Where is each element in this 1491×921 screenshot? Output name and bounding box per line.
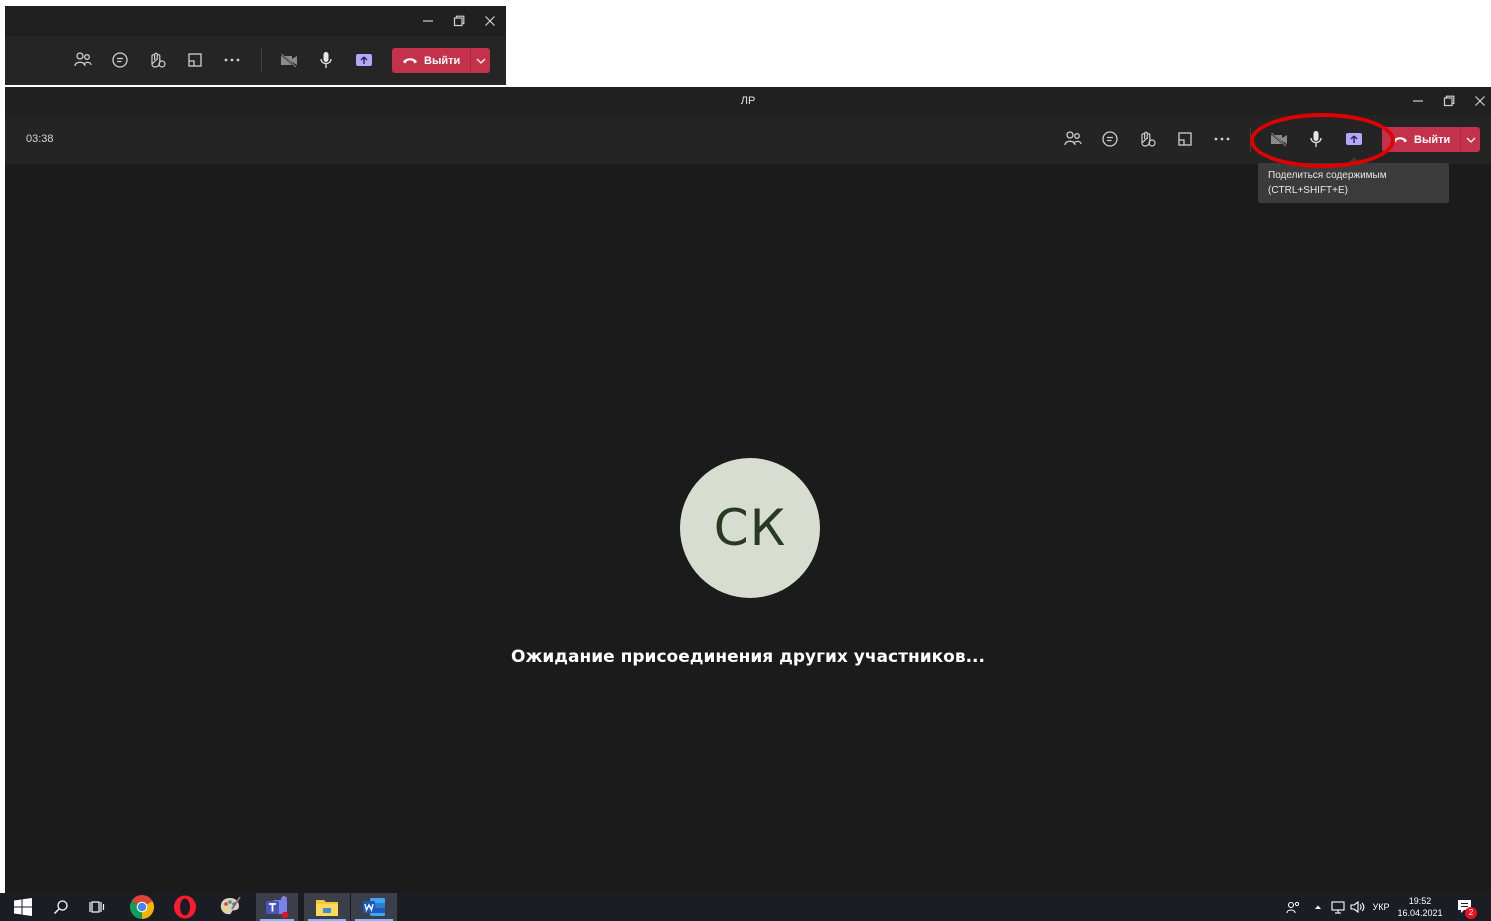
share-content-button[interactable] [351,47,377,73]
close-button[interactable] [474,6,505,36]
chat-button[interactable] [107,47,133,73]
chevron-down-icon [1466,137,1476,143]
more-icon [1214,137,1230,141]
chat-icon [112,52,128,68]
language-label: УКР [1372,902,1390,912]
people-tray-button[interactable] [1282,893,1304,921]
leave-button[interactable]: Выйти [392,48,490,73]
volume-tray-button[interactable] [1348,893,1368,921]
camera-off-icon [280,53,297,68]
minimize-icon [422,20,433,22]
close-icon [1474,96,1485,106]
restore-icon [453,15,464,27]
clock-date: 16.04.2021 [1397,908,1443,918]
word-icon [363,898,385,916]
toolbar-divider [261,48,262,73]
breakout-rooms-icon [1178,132,1192,146]
chat-button[interactable] [1097,126,1123,152]
minimize-button[interactable] [412,6,443,36]
rooms-button[interactable] [182,47,208,73]
more-icon [224,58,240,62]
search-button[interactable] [43,893,79,921]
teams-icon [266,896,289,919]
call-timer: 03:38 [26,133,54,145]
raise-hand-icon [151,52,166,68]
action-center-button[interactable]: 2 [1450,893,1480,921]
windows-logo-icon [14,898,32,916]
chevron-down-icon [476,58,486,64]
search-icon [54,900,68,914]
chevron-up-icon [1315,905,1321,909]
red-highlight-ellipse [1250,113,1395,168]
breakout-rooms-icon [188,53,202,67]
restore-button[interactable] [1433,87,1464,115]
toolbar-inset: Выйти [5,6,506,85]
taskbar-app-file-explorer[interactable] [304,893,350,921]
participants-button[interactable] [1060,126,1086,152]
hang-up-icon [403,58,417,64]
clock-time: 19:52 [1408,896,1432,906]
chat-icon [1102,131,1118,147]
restore-button[interactable] [443,6,474,36]
window-title: ЛР [740,95,756,107]
network-icon [1331,901,1345,914]
taskbar-app-opera[interactable] [165,893,205,921]
more-options-button[interactable] [1209,126,1235,152]
leave-label: Выйти [1414,133,1451,146]
reactions-button[interactable] [144,47,170,73]
taskbar-app-chrome[interactable] [122,893,162,921]
folder-icon [316,900,338,916]
network-tray-button[interactable] [1328,893,1348,921]
people-icon [1064,131,1082,146]
show-hidden-icons-button[interactable] [1310,893,1326,921]
inset-titlebar [5,6,506,36]
clock-button[interactable]: 19:52 16.04.2021 [1396,893,1444,921]
leave-label: Выйти [424,54,461,67]
minimize-button[interactable] [1402,87,1433,115]
paint-palette-icon [220,896,241,915]
minimize-icon [1412,100,1423,102]
teams-meeting-window: ЛР 03:38 Выйти Поделиться содержимым (CT… [5,87,1491,893]
rooms-button[interactable] [1172,126,1198,152]
participants-button[interactable] [70,47,96,73]
share-icon [356,54,372,66]
avatar: СК [680,458,820,598]
taskbar-app-paint[interactable] [210,893,250,921]
waiting-message: Ожидание присоединения других участников… [511,647,985,667]
start-button[interactable] [5,893,41,921]
task-view-icon [89,901,105,913]
microphone-button[interactable] [313,47,339,73]
inset-call-controls: Выйти [5,36,506,85]
chrome-icon [130,895,154,919]
more-options-button[interactable] [219,47,245,73]
speaker-icon [1350,900,1365,914]
leave-options-button[interactable] [470,48,490,73]
people-tray-icon [1286,901,1300,914]
camera-button[interactable] [276,47,302,73]
taskbar-app-word[interactable] [351,893,397,921]
tooltip-line2: (CTRL+SHIFT+E) [1268,185,1349,196]
language-indicator[interactable]: УКР [1368,893,1394,921]
leave-options-button[interactable] [1460,127,1480,152]
reactions-button[interactable] [1134,126,1160,152]
close-icon [484,16,495,26]
opera-icon [174,895,196,919]
microphone-icon [320,52,332,68]
tooltip-line1: Поделиться содержимым [1268,170,1387,181]
people-icon [74,52,92,67]
close-button[interactable] [1464,87,1491,115]
task-view-button[interactable] [79,893,115,921]
restore-icon [1443,95,1454,107]
leave-button[interactable]: Выйти [1382,127,1480,152]
avatar-initials: СК [713,499,787,557]
raise-hand-icon [1141,131,1156,147]
share-tooltip: Поделиться содержимым (CTRL+SHIFT+E) [1258,157,1449,203]
taskbar-app-teams[interactable] [256,893,298,921]
windows-taskbar: УКР 19:52 16.04.2021 2 [0,893,1491,921]
notification-badge: 2 [1465,907,1477,919]
window-titlebar: ЛР [5,87,1491,115]
